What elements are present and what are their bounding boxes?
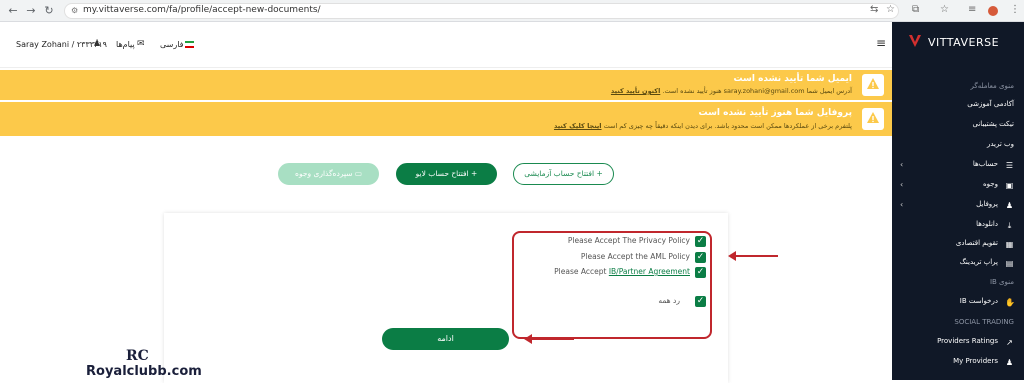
watermark: RC Royalclubb.com xyxy=(80,344,202,380)
wallet-icon: ▣ xyxy=(1005,181,1014,190)
deposit-funds-button[interactable]: ▭ سپرده‌گذاری وجوه xyxy=(278,163,379,185)
user-icon: ♟ xyxy=(1005,358,1014,367)
profile-alert: پروفایل شما هنوز تأیید نشده است پلتفرم ب… xyxy=(0,102,892,136)
handshake-icon: ✋ xyxy=(1005,298,1015,307)
download-icon: ⤓ xyxy=(1007,221,1012,230)
sidebar-item-profile[interactable]: پروفایل xyxy=(976,200,998,208)
warning-icon xyxy=(862,108,884,130)
ib-menu-title: منوی IB xyxy=(989,278,1014,286)
bookmark-icon[interactable]: ☆ xyxy=(886,4,895,15)
warning-icon xyxy=(862,74,884,96)
sidebar-item-ib-request[interactable]: درخواست IB xyxy=(960,297,998,305)
aml-label: Please Accept the AML Policy xyxy=(580,252,690,261)
calendar-icon: ▦ xyxy=(1005,240,1014,249)
chevron-left-icon[interactable]: ‹ xyxy=(900,160,903,169)
open-live-account-button[interactable]: + افتتاح حساب لایو xyxy=(396,163,497,185)
privacy-checkbox[interactable]: ✓ xyxy=(695,236,706,247)
ib-checkbox[interactable]: ✓ xyxy=(695,267,706,278)
more-icon[interactable]: ⋮ xyxy=(1010,4,1020,15)
watermark-logo: RC xyxy=(126,348,149,364)
reload-icon[interactable]: ↻ xyxy=(42,4,56,18)
button-label: افتتاح حساب آزمایشی xyxy=(524,169,595,178)
reject-all-row[interactable]: رد همه ✓ xyxy=(620,296,706,308)
list-icon: ☰ xyxy=(1005,161,1014,170)
social-trading-title: SOCIAL TRADING xyxy=(954,318,1014,326)
alert-title: ایمیل شما تأیید نشده است xyxy=(733,74,852,84)
sidebar-item-support-ticket[interactable]: تیکت پشتیبانی xyxy=(973,120,1014,128)
sidebar-item-providers-ratings[interactable]: Providers Ratings xyxy=(937,337,998,345)
vittaverse-logo-icon xyxy=(909,35,921,47)
alert-body: آدرس ایمیل شما saray.zohani@gmail.com هن… xyxy=(611,87,852,95)
profile-icon: ♟ xyxy=(1005,201,1014,210)
sidebar: VITTAVERSE منوی معامله‌گر آکادمی آموزشی … xyxy=(892,22,1024,380)
menu-icon[interactable]: ≡ xyxy=(968,4,976,15)
reject-all-label: رد همه xyxy=(658,296,680,305)
aml-consent-row[interactable]: Please Accept the AML Policy ✓ xyxy=(520,252,706,264)
privacy-label: Please Accept The Privacy Policy xyxy=(567,236,690,245)
email-alert: ایمیل شما تأیید نشده است آدرس ایمیل شما … xyxy=(0,70,892,100)
envelope-icon: ✉ xyxy=(137,39,145,49)
ib-consent-row[interactable]: Please Accept IB/Partner Agreement ✓ xyxy=(520,267,706,279)
sidebar-item-academy[interactable]: آکادمی آموزشی xyxy=(967,100,1014,108)
privacy-consent-row[interactable]: Please Accept The Privacy Policy ✓ xyxy=(520,236,706,248)
sidebar-item-funds[interactable]: وجوه xyxy=(983,180,998,188)
site-info-icon[interactable]: ⚙ xyxy=(71,6,78,15)
alert-title: پروفایل شما هنوز تأیید نشده است xyxy=(698,108,852,118)
verify-email-link[interactable]: اکنون تأیید کنید xyxy=(611,87,660,95)
reject-all-checkbox[interactable]: ✓ xyxy=(695,296,706,307)
alert-text: پلتفرم برخی از عملکردها ممکن است محدود ب… xyxy=(603,122,852,130)
iran-flag-icon xyxy=(185,41,194,48)
alert-text: آدرس ایمیل شما saray.zohani@gmail.com هن… xyxy=(662,87,852,95)
sidebar-item-webtrader[interactable]: وب تریدر xyxy=(987,140,1014,148)
sidebar-item-my-providers[interactable]: My Providers xyxy=(953,357,998,365)
forward-icon[interactable]: → xyxy=(24,4,38,18)
open-demo-account-button[interactable]: + افتتاح حساب آزمایشی xyxy=(513,163,614,185)
profile-avatar-icon[interactable] xyxy=(988,6,998,16)
hamburger-icon[interactable]: ≡ xyxy=(876,36,886,50)
language-selector[interactable]: فارسی xyxy=(160,40,184,49)
plus-icon: + xyxy=(468,169,478,178)
card-icon: ▭ xyxy=(352,169,362,178)
alert-body: پلتفرم برخی از عملکردها ممکن است محدود ب… xyxy=(554,122,852,130)
translate-icon[interactable]: ⇆ xyxy=(870,4,878,15)
messages-link[interactable]: پیام‌ها xyxy=(116,40,135,49)
top-header: Saray Zohani / ۲۳۳۳۲۱۹ ♟ پیام‌ها ✉ فارسی… xyxy=(0,22,892,68)
plus-icon: + xyxy=(594,169,603,178)
sidebar-item-downloads[interactable]: دانلودها xyxy=(976,220,998,228)
chevron-left-icon[interactable]: ‹ xyxy=(900,200,903,209)
chevron-left-icon[interactable]: ‹ xyxy=(900,180,903,189)
ib-label: Please Accept IB/Partner Agreement xyxy=(554,267,690,276)
sidebar-item-prop-trading[interactable]: پراپ تریدینگ xyxy=(960,258,998,266)
browser-toolbar: ← → ↻ ⚙ my.vittaverse.com/fa/profile/acc… xyxy=(0,0,1024,22)
back-icon[interactable]: ← xyxy=(6,4,20,18)
click-here-link[interactable]: اینجا کلیک کنید xyxy=(554,122,602,130)
button-label: افتتاح حساب لایو xyxy=(415,169,469,178)
annotation-arrow xyxy=(728,251,778,261)
sidebar-item-accounts[interactable]: حساب‌ها xyxy=(973,160,998,168)
extensions-icon[interactable]: ⧉ xyxy=(912,4,919,15)
ib-agreement-link[interactable]: IB/Partner Agreement xyxy=(609,267,690,276)
watermark-text: Royalclubb.com xyxy=(86,364,202,379)
address-bar[interactable]: ⚙ my.vittaverse.com/fa/profile/accept-ne… xyxy=(64,3,899,19)
sidebar-item-economic-calendar[interactable]: تقویم اقتصادی xyxy=(956,239,998,247)
aml-checkbox[interactable]: ✓ xyxy=(695,252,706,263)
annotation-arrow xyxy=(524,334,574,344)
app: Saray Zohani / ۲۳۳۳۲۱۹ ♟ پیام‌ها ✉ فارسی… xyxy=(0,22,1024,383)
url-text: my.vittaverse.com/fa/profile/accept-new-… xyxy=(83,5,321,15)
trend-icon: ↗ xyxy=(1006,338,1013,347)
trading-menu-title: منوی معامله‌گر xyxy=(970,82,1014,90)
star-icon[interactable]: ☆ xyxy=(940,4,949,15)
button-label: سپرده‌گذاری وجوه xyxy=(295,169,353,178)
ib-prefix: Please Accept xyxy=(554,267,609,276)
brand-name: VITTAVERSE xyxy=(928,36,1000,49)
chart-icon: ▤ xyxy=(1005,259,1014,268)
user-icon: ♟ xyxy=(93,39,102,49)
continue-button[interactable]: ادامه xyxy=(382,328,509,350)
